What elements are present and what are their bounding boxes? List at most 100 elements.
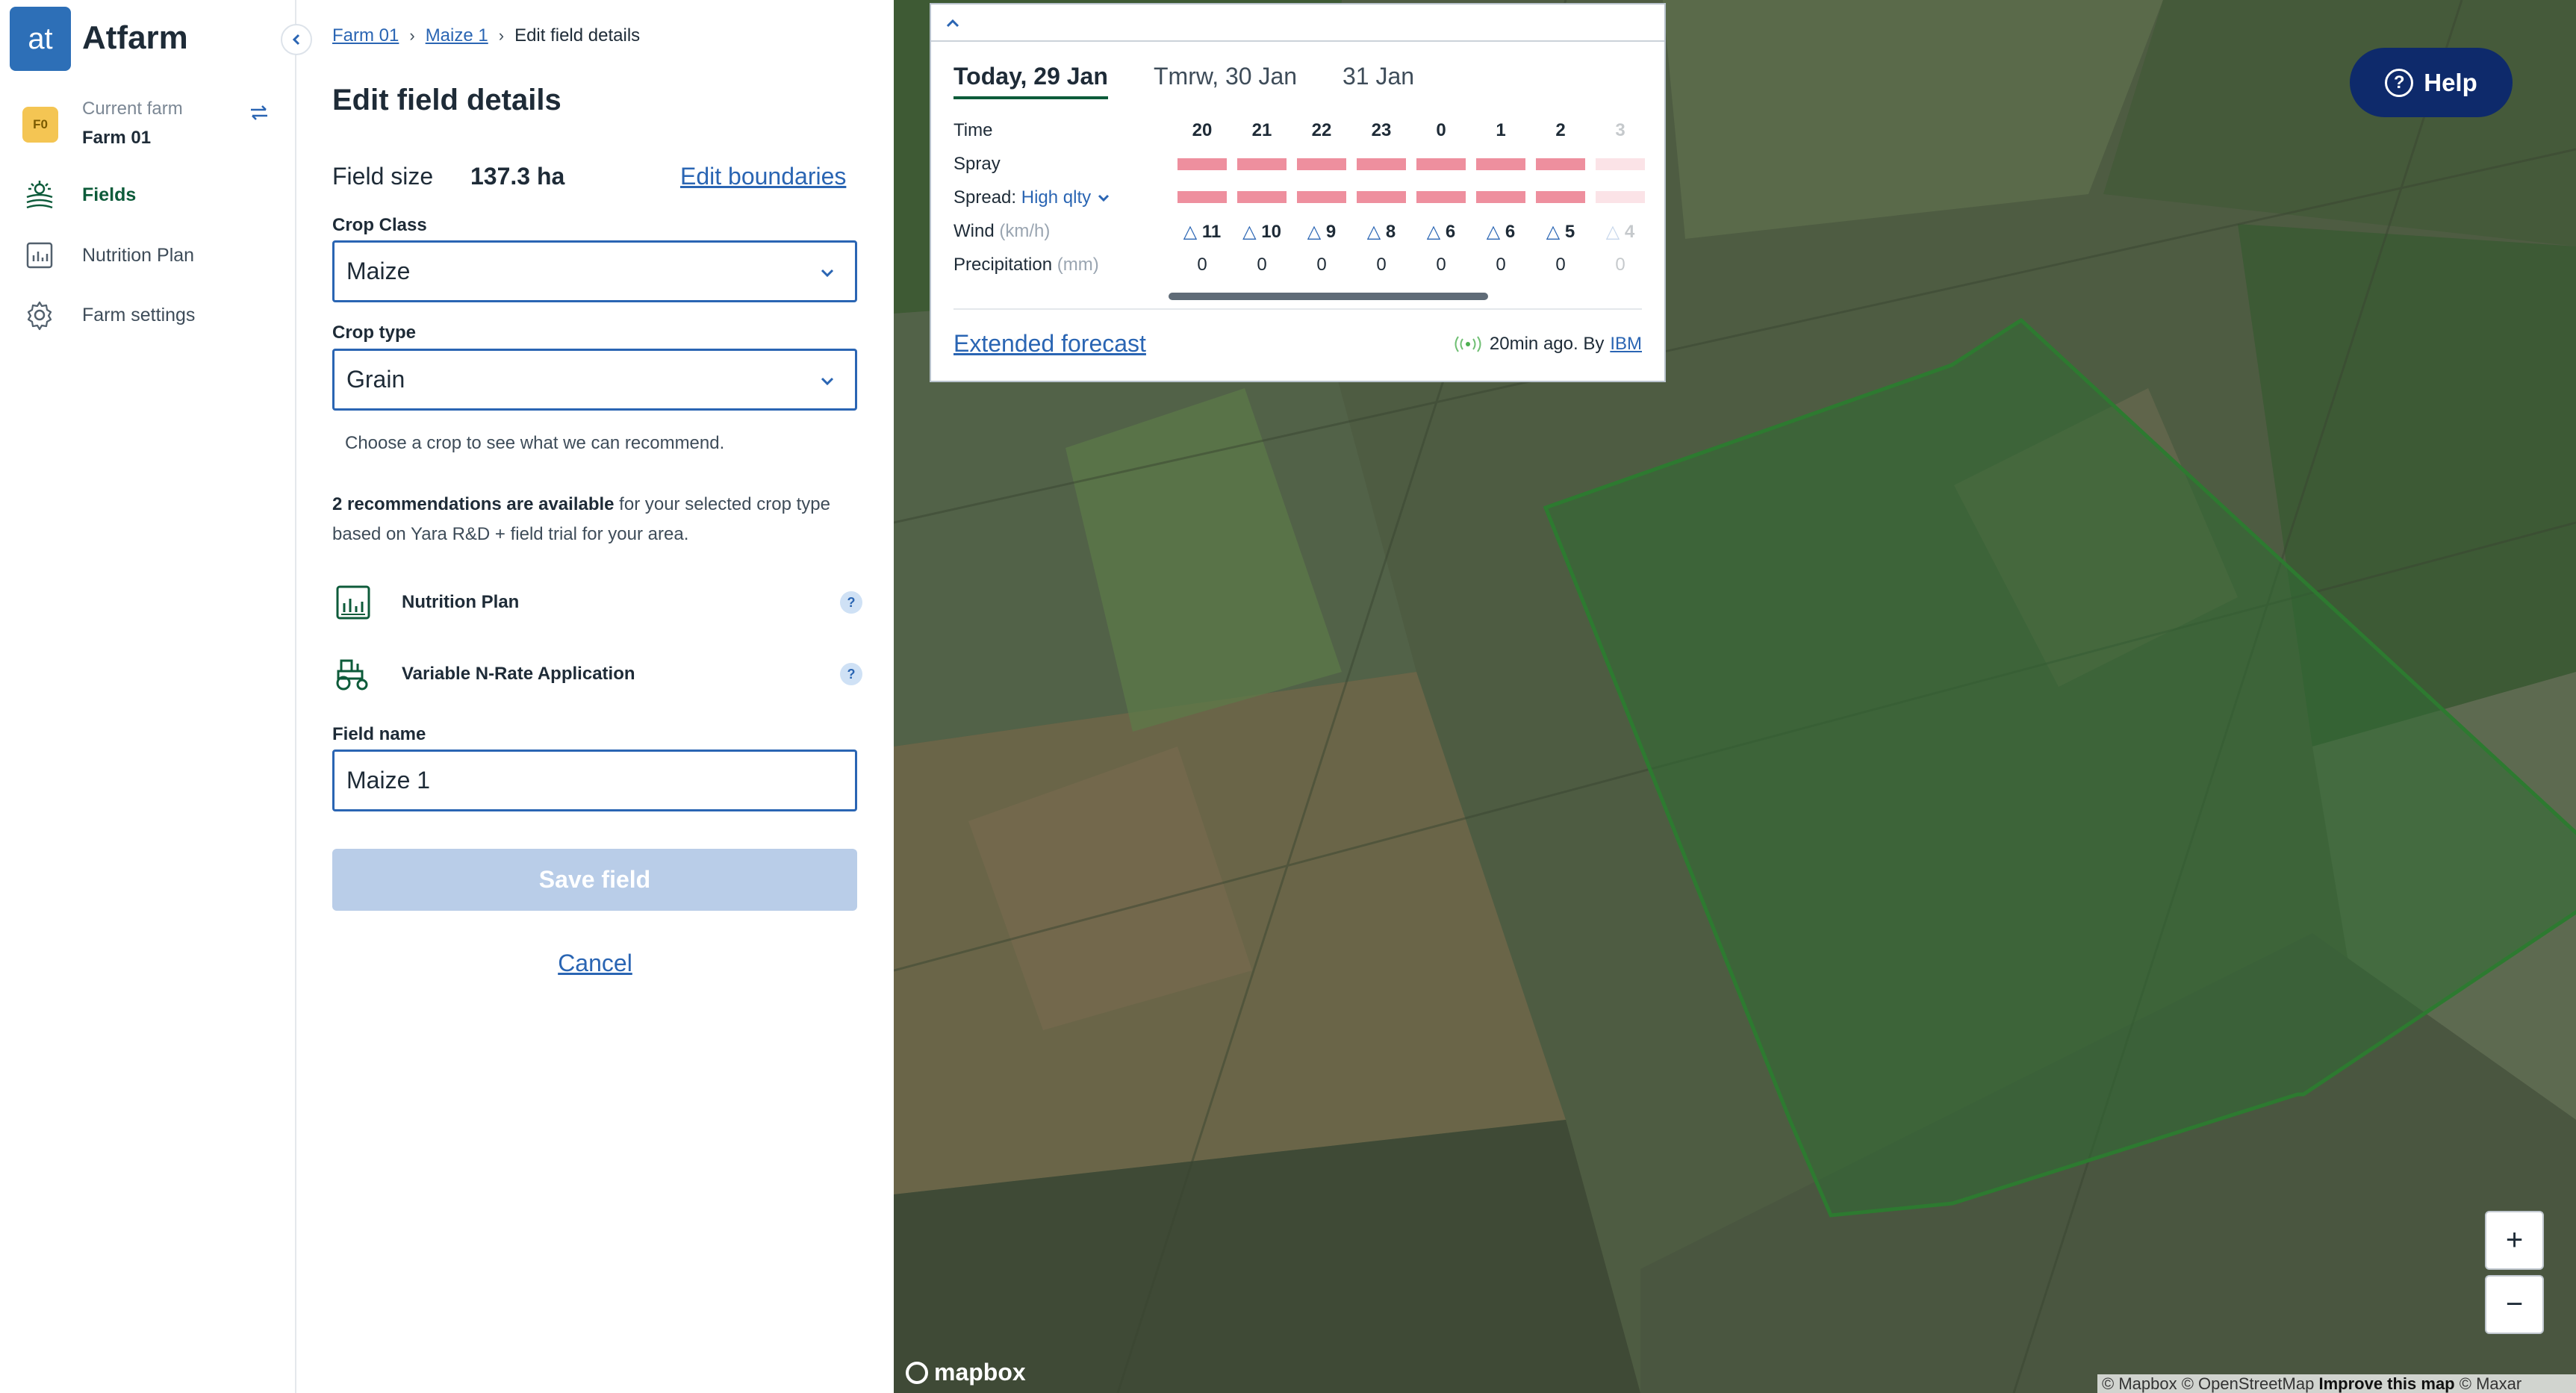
weather-widget: Today, 29 Jan Tmrw, 30 Jan 31 Jan Time S… <box>930 3 1666 382</box>
ibm-link[interactable]: IBM <box>1610 334 1642 355</box>
precipitation-row-label: Precipitation (mm) <box>953 255 1099 275</box>
forecast-update-info: 20min ago. By IBM <box>1454 334 1642 355</box>
spread-indicator <box>1357 191 1406 203</box>
satellite-map[interactable]: Today, 29 Jan Tmrw, 30 Jan 31 Jan Time S… <box>894 0 2576 1393</box>
chevron-right-icon: › <box>498 26 505 45</box>
spray-indicator <box>1536 158 1585 170</box>
zoom-in-button[interactable]: + <box>2485 1211 2544 1270</box>
crop-class-label: Crop Class <box>332 215 427 235</box>
crop-type-value: Grain <box>346 366 405 393</box>
improve-map-link[interactable]: Improve this map <box>2318 1374 2454 1393</box>
precipitation-label: Precipitation <box>953 255 1053 275</box>
wind-value: △ 6 <box>1416 221 1466 243</box>
breadcrumb-farm-link[interactable]: Farm 01 <box>332 25 399 46</box>
live-signal-icon <box>1455 336 1481 352</box>
wind-speed: 4 <box>1624 222 1635 242</box>
mapbox-logo[interactable]: mapbox <box>906 1359 1026 1386</box>
mapbox-text: mapbox <box>934 1359 1026 1386</box>
wind-direction-icon: △ <box>1242 222 1257 242</box>
current-farm-name: Farm 01 <box>82 128 152 148</box>
wind-value: △ 6 <box>1476 221 1525 243</box>
wind-value: △ 4 <box>1596 221 1645 243</box>
precipitation-value: 0 <box>1555 255 1566 275</box>
update-text: 20min ago. By <box>1489 334 1605 354</box>
sidebar-item-farm-settings[interactable]: Farm settings <box>0 289 295 341</box>
wind-unit: (km/h) <box>999 221 1051 241</box>
side-navigation: at Atfarm F0 Current farm Farm 01 Fields… <box>0 0 296 1393</box>
maxar-attribution[interactable]: © Maxar <box>2460 1374 2521 1393</box>
wind-direction-icon: △ <box>1605 222 1620 242</box>
spread-indicator <box>1596 191 1645 203</box>
spray-indicator <box>1596 158 1645 170</box>
tab-today[interactable]: Today, 29 Jan <box>953 63 1108 99</box>
hour-label: 23 <box>1371 120 1392 140</box>
tab-tomorrow[interactable]: Tmrw, 30 Jan <box>1154 63 1297 90</box>
precipitation-value: 0 <box>1496 255 1506 275</box>
sidebar-item-nutrition-plan[interactable]: Nutrition Plan <box>0 229 295 281</box>
chevron-up-icon[interactable] <box>943 13 962 33</box>
precipitation-value: 0 <box>1615 255 1625 275</box>
forecast-scrollbar[interactable] <box>1169 293 1488 300</box>
wind-speed: 11 <box>1201 222 1222 242</box>
spread-indicator <box>1177 191 1227 203</box>
wind-value: △ 5 <box>1536 221 1585 243</box>
hour-label: 20 <box>1192 120 1213 140</box>
sidebar-item-label: Nutrition Plan <box>82 244 195 266</box>
app-name: Atfarm <box>82 19 188 56</box>
crop-class-select[interactable]: Maize <box>332 240 857 302</box>
tab-day-after[interactable]: 31 Jan <box>1343 63 1414 90</box>
spray-row-label: Spray <box>953 154 1001 174</box>
field-size-label: Field size <box>332 163 434 190</box>
field-name-input[interactable]: Maize 1 <box>332 750 857 811</box>
recommendations-summary: 2 recommendations are available for your… <box>332 490 870 549</box>
wind-value: △ 10 <box>1237 221 1287 243</box>
spread-indicator <box>1536 191 1585 203</box>
crop-type-select[interactable]: Grain <box>332 349 857 411</box>
hour-label: 3 <box>1615 120 1625 140</box>
help-icon[interactable]: ? <box>840 591 862 614</box>
wind-direction-icon: △ <box>1426 222 1441 242</box>
wind-direction-icon: △ <box>1546 222 1561 242</box>
app-logo[interactable]: at <box>10 7 71 71</box>
recommendation-nutrition-plan: Nutrition Plan ? <box>332 579 862 626</box>
weather-header <box>931 4 1664 42</box>
breadcrumb-field-link[interactable]: Maize 1 <box>426 25 488 46</box>
recommendation-label: Nutrition Plan <box>402 592 520 612</box>
spread-row-label: Spread: High qlty <box>953 187 1111 208</box>
hour-label: 2 <box>1555 120 1566 140</box>
edit-boundaries-link[interactable]: Edit boundaries <box>680 163 846 190</box>
wind-direction-icon: △ <box>1486 222 1501 242</box>
sidebar-item-label: Farm settings <box>82 304 196 325</box>
help-label: Help <box>2424 68 2477 96</box>
wind-speed: 6 <box>1445 222 1456 242</box>
collapse-sidebar-button[interactable] <box>281 24 312 55</box>
page-title: Edit field details <box>332 84 561 116</box>
spray-indicator <box>1416 158 1466 170</box>
farm-avatar: F0 <box>22 107 58 143</box>
switch-farm-icon[interactable] <box>248 102 270 124</box>
hour-label: 0 <box>1436 120 1446 140</box>
save-field-button[interactable]: Save field <box>332 849 857 911</box>
recommendations-count: 2 recommendations are available <box>332 494 615 514</box>
spread-indicator <box>1476 191 1525 203</box>
zoom-out-button[interactable]: − <box>2485 1275 2544 1334</box>
help-icon[interactable]: ? <box>840 663 862 685</box>
help-button[interactable]: ? Help <box>2350 48 2513 117</box>
wind-speed: 5 <box>1564 222 1575 242</box>
edit-field-panel: Farm 01 › Maize 1 › Edit field details E… <box>296 0 894 1393</box>
wind-row-label: Wind (km/h) <box>953 221 1050 242</box>
spread-quality-select[interactable]: High qlty <box>1021 187 1111 208</box>
map-attribution: © Mapbox © OpenStreetMap Improve this ma… <box>2097 1374 2576 1393</box>
precipitation-value: 0 <box>1436 255 1446 275</box>
extended-forecast-link[interactable]: Extended forecast <box>953 330 1146 358</box>
wind-direction-icon: △ <box>1366 222 1381 242</box>
mapbox-icon <box>906 1361 928 1384</box>
wind-speed: 10 <box>1261 222 1281 242</box>
chart-icon <box>26 242 53 269</box>
wind-label: Wind <box>953 221 995 241</box>
sidebar-item-fields[interactable]: Fields <box>0 169 295 221</box>
attribution-text[interactable]: © Mapbox © OpenStreetMap <box>2102 1374 2314 1393</box>
wind-speed: 9 <box>1325 222 1337 242</box>
cancel-link[interactable]: Cancel <box>558 950 632 976</box>
chevron-down-icon <box>1098 194 1109 202</box>
